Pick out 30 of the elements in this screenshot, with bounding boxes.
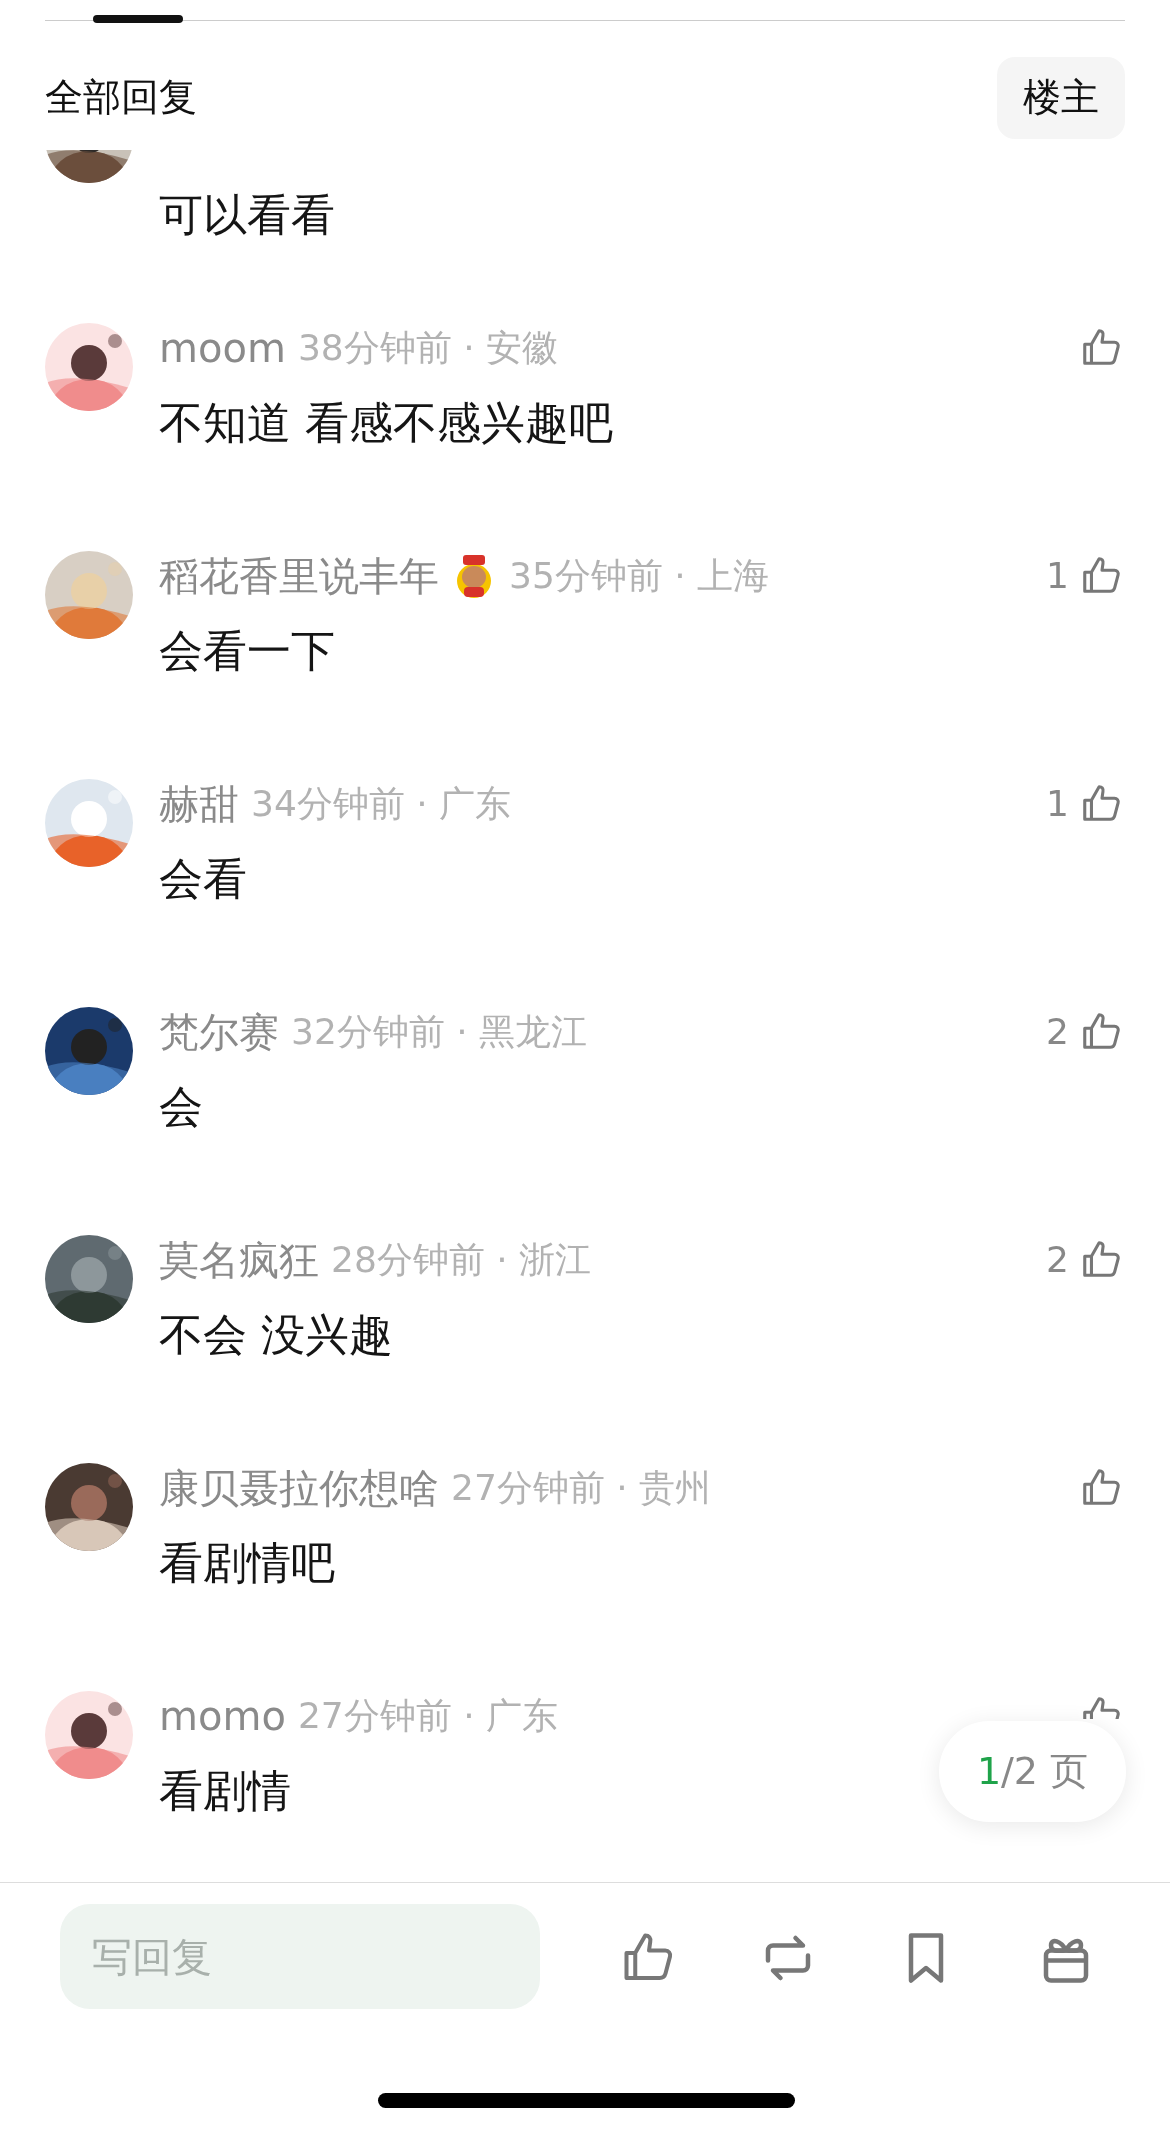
username[interactable]: momo [159, 1686, 286, 1746]
timestamp: 32分钟前 · 黑龙江 [291, 1010, 588, 1054]
page-indicator[interactable]: 1/2 页 [939, 1721, 1126, 1822]
username[interactable]: 梵尔赛 [159, 1002, 279, 1062]
username[interactable]: 稻花香里说丰年 [159, 546, 439, 606]
comment-text: 不会 没兴趣 [159, 1308, 393, 1362]
comment-text: 看剧情 [159, 1764, 291, 1818]
like-count: 2 [1046, 1010, 1069, 1054]
timestamp: 27分钟前 · 广东 [297, 1694, 558, 1738]
comment-text: 会看一下 [159, 624, 335, 678]
username[interactable]: moom [159, 318, 286, 378]
timestamp: 35分钟前 · 上海 [509, 554, 770, 598]
timestamp: 38分钟前 · 安徽 [297, 326, 558, 370]
username[interactable]: 赫甜 [159, 774, 239, 834]
timestamp: 28分钟前 · 浙江 [331, 1238, 592, 1282]
username[interactable]: 康贝聂拉你想啥 [159, 1458, 439, 1518]
comment-text: 会看 [159, 852, 247, 906]
filter-button[interactable]: 楼主 [997, 56, 1125, 139]
like-count: 1 [1046, 554, 1069, 598]
like-count: 1 [1046, 782, 1069, 826]
comment-text: 看剧情吧 [159, 1536, 335, 1590]
reply-field[interactable]: 写回复 [60, 1904, 540, 2009]
timestamp: 34分钟前 · 广东 [251, 782, 512, 826]
like-count: 2 [1046, 1238, 1069, 1282]
comment-text: 会 [159, 1080, 203, 1134]
comment-text: 可以看看 [159, 188, 335, 242]
comment-text: 不知道 看感不感兴趣吧 [159, 396, 613, 450]
username[interactable]: 莫名疯狂 [159, 1230, 319, 1290]
timestamp: 27分钟前 · 贵州 [451, 1466, 712, 1510]
section-title: 全部回复 [45, 74, 197, 121]
